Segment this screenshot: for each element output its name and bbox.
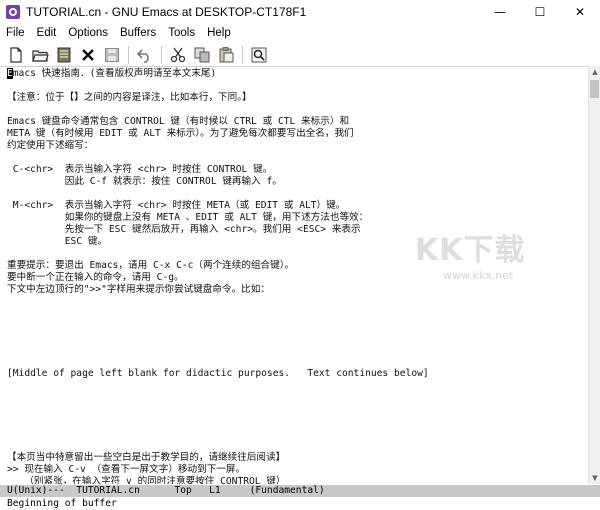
buffer-line: 因此 C-f 就表示：按住 CONTROL 键再输入 f。 [7,176,282,187]
buffer-line [7,440,588,452]
buffer-line [7,188,588,200]
buffer-line: Emacs 快速指南．(查看版权声明请至本文末尾) [7,68,588,80]
buffer-line: Emacs 键盘命令通常包含 CONTROL 键（有时候以 CTRL 或 CTL… [7,116,350,127]
buffer-line [7,380,588,392]
buffer-line-rest: macs 快速指南．(查看版权声明请至本文末尾) [12,68,217,79]
minibuffer-echo-area[interactable]: Beginning of buffer [0,497,600,510]
save-icon[interactable] [100,44,124,66]
toolbar-separator [242,46,243,64]
buffer-line: （别紧张，在输入字符 v 的同时注意要按住 CONTROL 键） [7,476,286,484]
scroll-down-arrow-icon[interactable]: ▼ [589,472,600,484]
vertical-scrollbar[interactable]: ▲ ▼ [588,66,600,484]
buffer-line: 约定使用下述缩写： [7,140,94,151]
maximize-button[interactable]: ☐ [520,0,560,24]
undo-icon[interactable] [133,44,157,66]
copy-icon[interactable] [190,44,214,66]
buffer-line [7,332,588,344]
buffer-line [7,152,588,164]
buffer-line [7,356,588,368]
new-file-icon[interactable] [4,44,28,66]
menu-file[interactable]: File [0,24,31,42]
buffer-line: ESC 键。 [7,236,108,247]
buffer-line [7,392,588,404]
buffer-line [7,404,588,416]
buffer-line: M-<chr> 表示当输入字符 <chr> 时按住 META（或 EDIT 或 … [7,200,346,211]
toolbar-separator [161,46,162,64]
buffer-line [7,320,588,332]
buffer-text-area[interactable]: Emacs 快速指南．(查看版权声明请至本文末尾) 【注意：位于【】之间的内容是译… [0,66,588,484]
scroll-thumb[interactable] [590,80,599,98]
buffer-line: 重要提示：要退出 Emacs，请用 C-x C-c（两个连续的组合键）。 [7,260,295,271]
buffer-line [7,416,588,428]
search-icon[interactable] [247,44,271,66]
emacs-app-icon [6,5,20,19]
buffer-line: 先按一下 ESC 键然后放开，再输入 <chr>。我们用 <ESC> 来表示 [7,224,361,235]
menu-buffers[interactable]: Buffers [114,24,162,42]
buffer-line: 要中断一个正在输入的命令，请用 C-g。 [7,272,184,283]
buffer-line [7,104,588,116]
buffer-line [7,80,588,92]
open-folder-icon[interactable] [28,44,52,66]
close-window-button[interactable]: ✕ [560,0,600,24]
menu-tools[interactable]: Tools [162,24,201,42]
buffer-line [7,308,588,320]
buffer-line: 【注意：位于【】之间的内容是译注，比如本行，下同。】 [7,92,252,103]
close-icon[interactable] [76,44,100,66]
menu-options[interactable]: Options [62,24,114,42]
minimize-button[interactable]: — [480,0,520,24]
paste-icon[interactable] [214,44,238,66]
cut-icon[interactable] [166,44,190,66]
buffer-line: C-<chr> 表示当输入字符 <chr> 时按住 CONTROL 键。 [7,164,273,175]
buffer-line: >> 现在输入 C-v （查看下一屏文字）移动到下一屏。 [7,464,246,475]
buffer-line [7,248,588,260]
window-title: TUTORIAL.cn - GNU Emacs at DESKTOP-CT178… [26,5,307,19]
buffer-line: 下文中左边顶行的">>"字样用来提示你尝试键盘命令。比如： [7,284,270,295]
window-controls: — ☐ ✕ [480,0,600,24]
buffer-line: [Middle of page left blank for didactic … [7,368,429,379]
toolbar [0,42,600,68]
buffer-line: 如果你的键盘上没有 META 、EDIT 或 ALT 键，用下述方法也等效： [7,212,369,223]
scroll-up-arrow-icon[interactable]: ▲ [589,66,600,78]
buffer-line: 【本页当中特意留出一些空白是出于教学目的，请继续往后阅读】 [7,452,286,463]
menu-bar: File Edit Options Buffers Tools Help [0,24,600,42]
menu-help[interactable]: Help [201,24,237,42]
title-bar: TUTORIAL.cn - GNU Emacs at DESKTOP-CT178… [0,0,600,24]
buffer-line: META 键（有时候用 EDIT 或 ALT 来标示）。为了避免每次都要写出全名… [7,128,354,139]
open-directory-icon[interactable] [52,44,76,66]
menu-edit[interactable]: Edit [31,24,63,42]
toolbar-separator [128,46,129,64]
mode-line: U(Unix)--- TUTORIAL.cn Top L1 (Fundament… [0,485,600,497]
buffer-content: Emacs 快速指南．(查看版权声明请至本文末尾) 【注意：位于【】之间的内容是译… [0,67,588,484]
buffer-line [7,296,588,308]
buffer-line [7,344,588,356]
buffer-line [7,428,588,440]
